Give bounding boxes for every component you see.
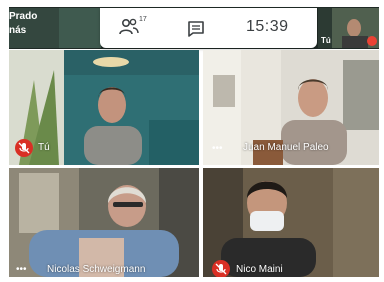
participant-name: Tú	[38, 142, 50, 153]
mic-off-icon	[15, 139, 33, 157]
participants-button[interactable]: 17	[118, 16, 154, 39]
meeting-title-line1: Prado	[9, 11, 38, 22]
mic-off-icon	[212, 260, 230, 277]
participant-name: Juan Manuel Paleo	[243, 142, 329, 153]
video-tile-nico-maini[interactable]: Nico Maini	[203, 168, 379, 277]
audio-level-icon: •••	[16, 264, 27, 275]
video-tile-nicolas-schweigmann[interactable]: ••• Nicolas Schweigmann	[9, 168, 199, 277]
video-feed	[9, 168, 199, 277]
video-tile-juan-manuel-paleo[interactable]: ••• Juan Manuel Paleo	[203, 50, 379, 165]
clock: 15:39	[246, 18, 289, 35]
mini-self-tile[interactable]: Tú	[318, 8, 379, 48]
meeting-title: Prado nás	[9, 8, 101, 48]
meeting-title-line2: nás	[9, 25, 27, 36]
participant-name: Nicolas Schweigmann	[47, 264, 146, 275]
audio-level-icon: •••	[212, 143, 223, 154]
meeting-info-bar: 17 15:39	[100, 8, 317, 48]
participants-count: 17	[139, 16, 147, 23]
mini-tile-label: Tú	[321, 36, 331, 45]
chat-icon	[188, 21, 204, 37]
chat-button[interactable]	[186, 20, 206, 38]
people-icon	[119, 18, 139, 35]
mic-off-icon	[367, 36, 377, 46]
video-tile-self[interactable]: Tú	[9, 50, 199, 165]
participant-name: Nico Maini	[236, 264, 283, 275]
